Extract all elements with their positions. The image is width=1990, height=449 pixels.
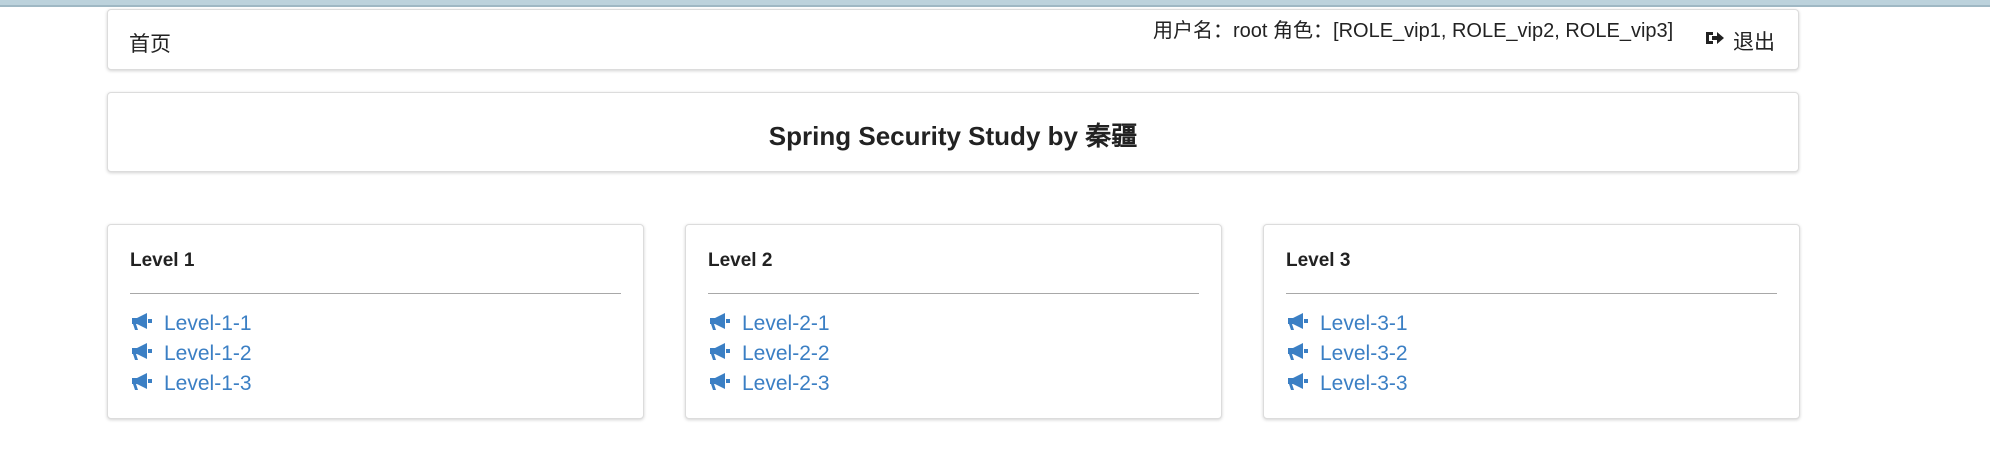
level-link-list: Level-3-1 Level-3-2 Level-3-3 [1286, 309, 1408, 399]
level-title: Level 3 [1286, 250, 1351, 271]
level-link-label: Level-3-2 [1320, 342, 1408, 365]
level-link-2-2[interactable]: Level-2-2 [708, 339, 830, 369]
level-link-1-3[interactable]: Level-1-3 [130, 369, 252, 399]
divider [130, 293, 621, 294]
level-link-3-2[interactable]: Level-3-2 [1286, 339, 1408, 369]
level-link-2-1[interactable]: Level-2-1 [708, 309, 830, 339]
level-card-3: Level 3 Level-3-1 Level-3-2 Level-3-3 [1263, 224, 1800, 419]
logout-link[interactable]: 退出 [1705, 26, 1775, 56]
level-link-list: Level-1-1 Level-1-2 Level-1-3 [130, 309, 252, 399]
level-card-1: Level 1 Level-1-1 Level-1-2 Level-1-3 [107, 224, 644, 419]
bullhorn-icon [1286, 341, 1310, 367]
bullhorn-icon [1286, 371, 1310, 397]
level-link-label: Level-3-1 [1320, 312, 1408, 335]
page-title: Spring Security Study by 秦疆 [768, 121, 1138, 151]
bullhorn-icon [708, 371, 732, 397]
level-link-label: Level-2-1 [742, 312, 830, 335]
level-link-2-3[interactable]: Level-2-3 [708, 369, 830, 399]
level-link-3-1[interactable]: Level-3-1 [1286, 309, 1408, 339]
bullhorn-icon [130, 371, 154, 397]
level-title: Level 2 [708, 250, 773, 271]
level-link-1-2[interactable]: Level-1-2 [130, 339, 252, 369]
top-nav-bar: 首页 用户名：root 角色：[ROLE_vip1, ROLE_vip2, RO… [107, 9, 1799, 70]
sign-out-icon [1705, 28, 1725, 54]
level-link-label: Level-1-3 [164, 372, 252, 395]
level-link-label: Level-2-3 [742, 372, 830, 395]
home-link[interactable]: 首页 [129, 28, 171, 58]
level-link-label: Level-3-3 [1320, 372, 1408, 395]
bullhorn-icon [130, 341, 154, 367]
divider [708, 293, 1199, 294]
level-link-1-1[interactable]: Level-1-1 [130, 309, 252, 339]
user-info-text: 用户名：root 角色：[ROLE_vip1, ROLE_vip2, ROLE_… [1153, 20, 1674, 42]
bullhorn-icon [708, 341, 732, 367]
title-panel: Spring Security Study by 秦疆 [107, 92, 1799, 172]
level-link-list: Level-2-1 Level-2-2 Level-2-3 [708, 309, 830, 399]
divider [1286, 293, 1777, 294]
level-link-label: Level-1-1 [164, 312, 252, 335]
browser-top-strip [0, 0, 1990, 7]
level-link-label: Level-1-2 [164, 342, 252, 365]
level-link-3-3[interactable]: Level-3-3 [1286, 369, 1408, 399]
bullhorn-icon [130, 311, 154, 337]
bullhorn-icon [1286, 311, 1310, 337]
logout-label: 退出 [1733, 31, 1775, 54]
level-title: Level 1 [130, 250, 195, 271]
bullhorn-icon [708, 311, 732, 337]
level-card-2: Level 2 Level-2-1 Level-2-2 Level-2-3 [685, 224, 1222, 419]
level-link-label: Level-2-2 [742, 342, 830, 365]
